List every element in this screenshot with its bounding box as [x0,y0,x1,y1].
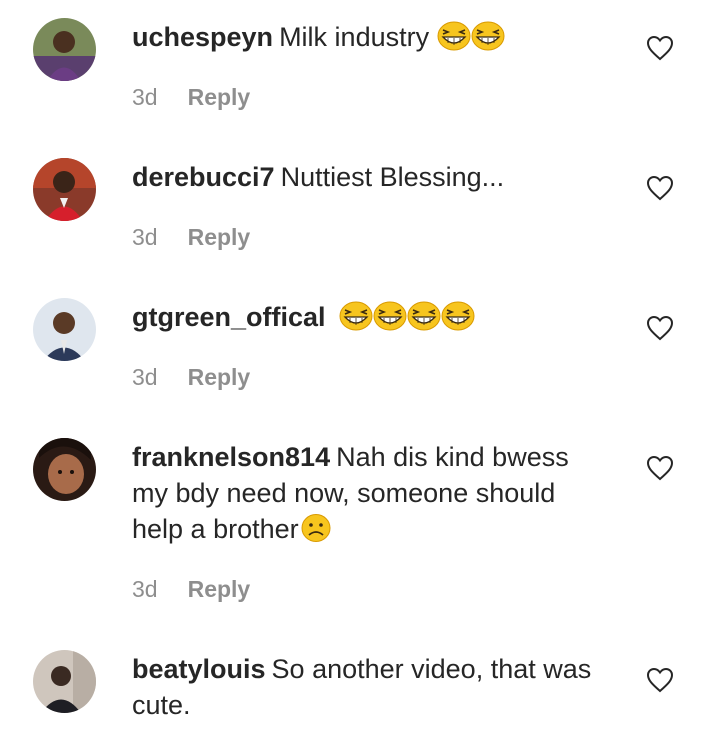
avatar[interactable] [33,18,96,81]
comment-text: Milk industry [279,22,430,52]
reply-button[interactable]: Reply [188,224,251,250]
grinning-squint-face-icon [373,301,407,331]
comment-username[interactable]: derebucci7 [132,162,275,192]
sad-face-icon [299,513,333,543]
comment-body: beatylouis So another video, that was cut… [132,651,602,723]
comment-text: Nuttiest Blessing... [280,162,505,192]
comment-meta: 3d Reply [132,83,250,111]
comment-username[interactable]: beatylouis [132,654,266,684]
grinning-squint-face-icon [407,301,441,331]
heart-outline-icon[interactable] [646,35,674,61]
comment-username[interactable]: gtgreen_offical [132,302,326,332]
comment-timestamp: 3d [132,224,158,250]
reply-button[interactable]: Reply [188,84,251,110]
heart-outline-icon[interactable] [646,175,674,201]
comment-username[interactable]: franknelson814 [132,442,330,472]
comment-meta: 3d Reply [132,363,250,391]
comment-body: derebucci7 Nuttiest Blessing... [132,159,602,195]
comment-timestamp: 3d [132,576,158,602]
avatar[interactable] [33,438,96,501]
heart-outline-icon[interactable] [646,667,674,693]
grinning-squint-face-icon [441,301,475,331]
comment-body: gtgreen_offical [132,299,602,335]
comment-timestamp: 3d [132,364,158,390]
comment-body: franknelson814 Nah dis kind bwess my bdy … [132,439,602,547]
comment-timestamp: 3d [132,84,158,110]
comment-meta: 3d Reply [132,223,250,251]
grinning-squint-face-icon [437,21,471,51]
avatar[interactable] [33,158,96,221]
comment-body: uchespeyn Milk industry [132,19,602,55]
grinning-squint-face-icon [339,301,373,331]
comment-username[interactable]: uchespeyn [132,22,273,52]
comment-meta: 3d Reply [132,575,250,603]
reply-button[interactable]: Reply [188,364,251,390]
grinning-squint-face-icon [471,21,505,51]
heart-outline-icon[interactable] [646,315,674,341]
reply-button[interactable]: Reply [188,576,251,602]
avatar[interactable] [33,650,96,713]
heart-outline-icon[interactable] [646,455,674,481]
avatar[interactable] [33,298,96,361]
